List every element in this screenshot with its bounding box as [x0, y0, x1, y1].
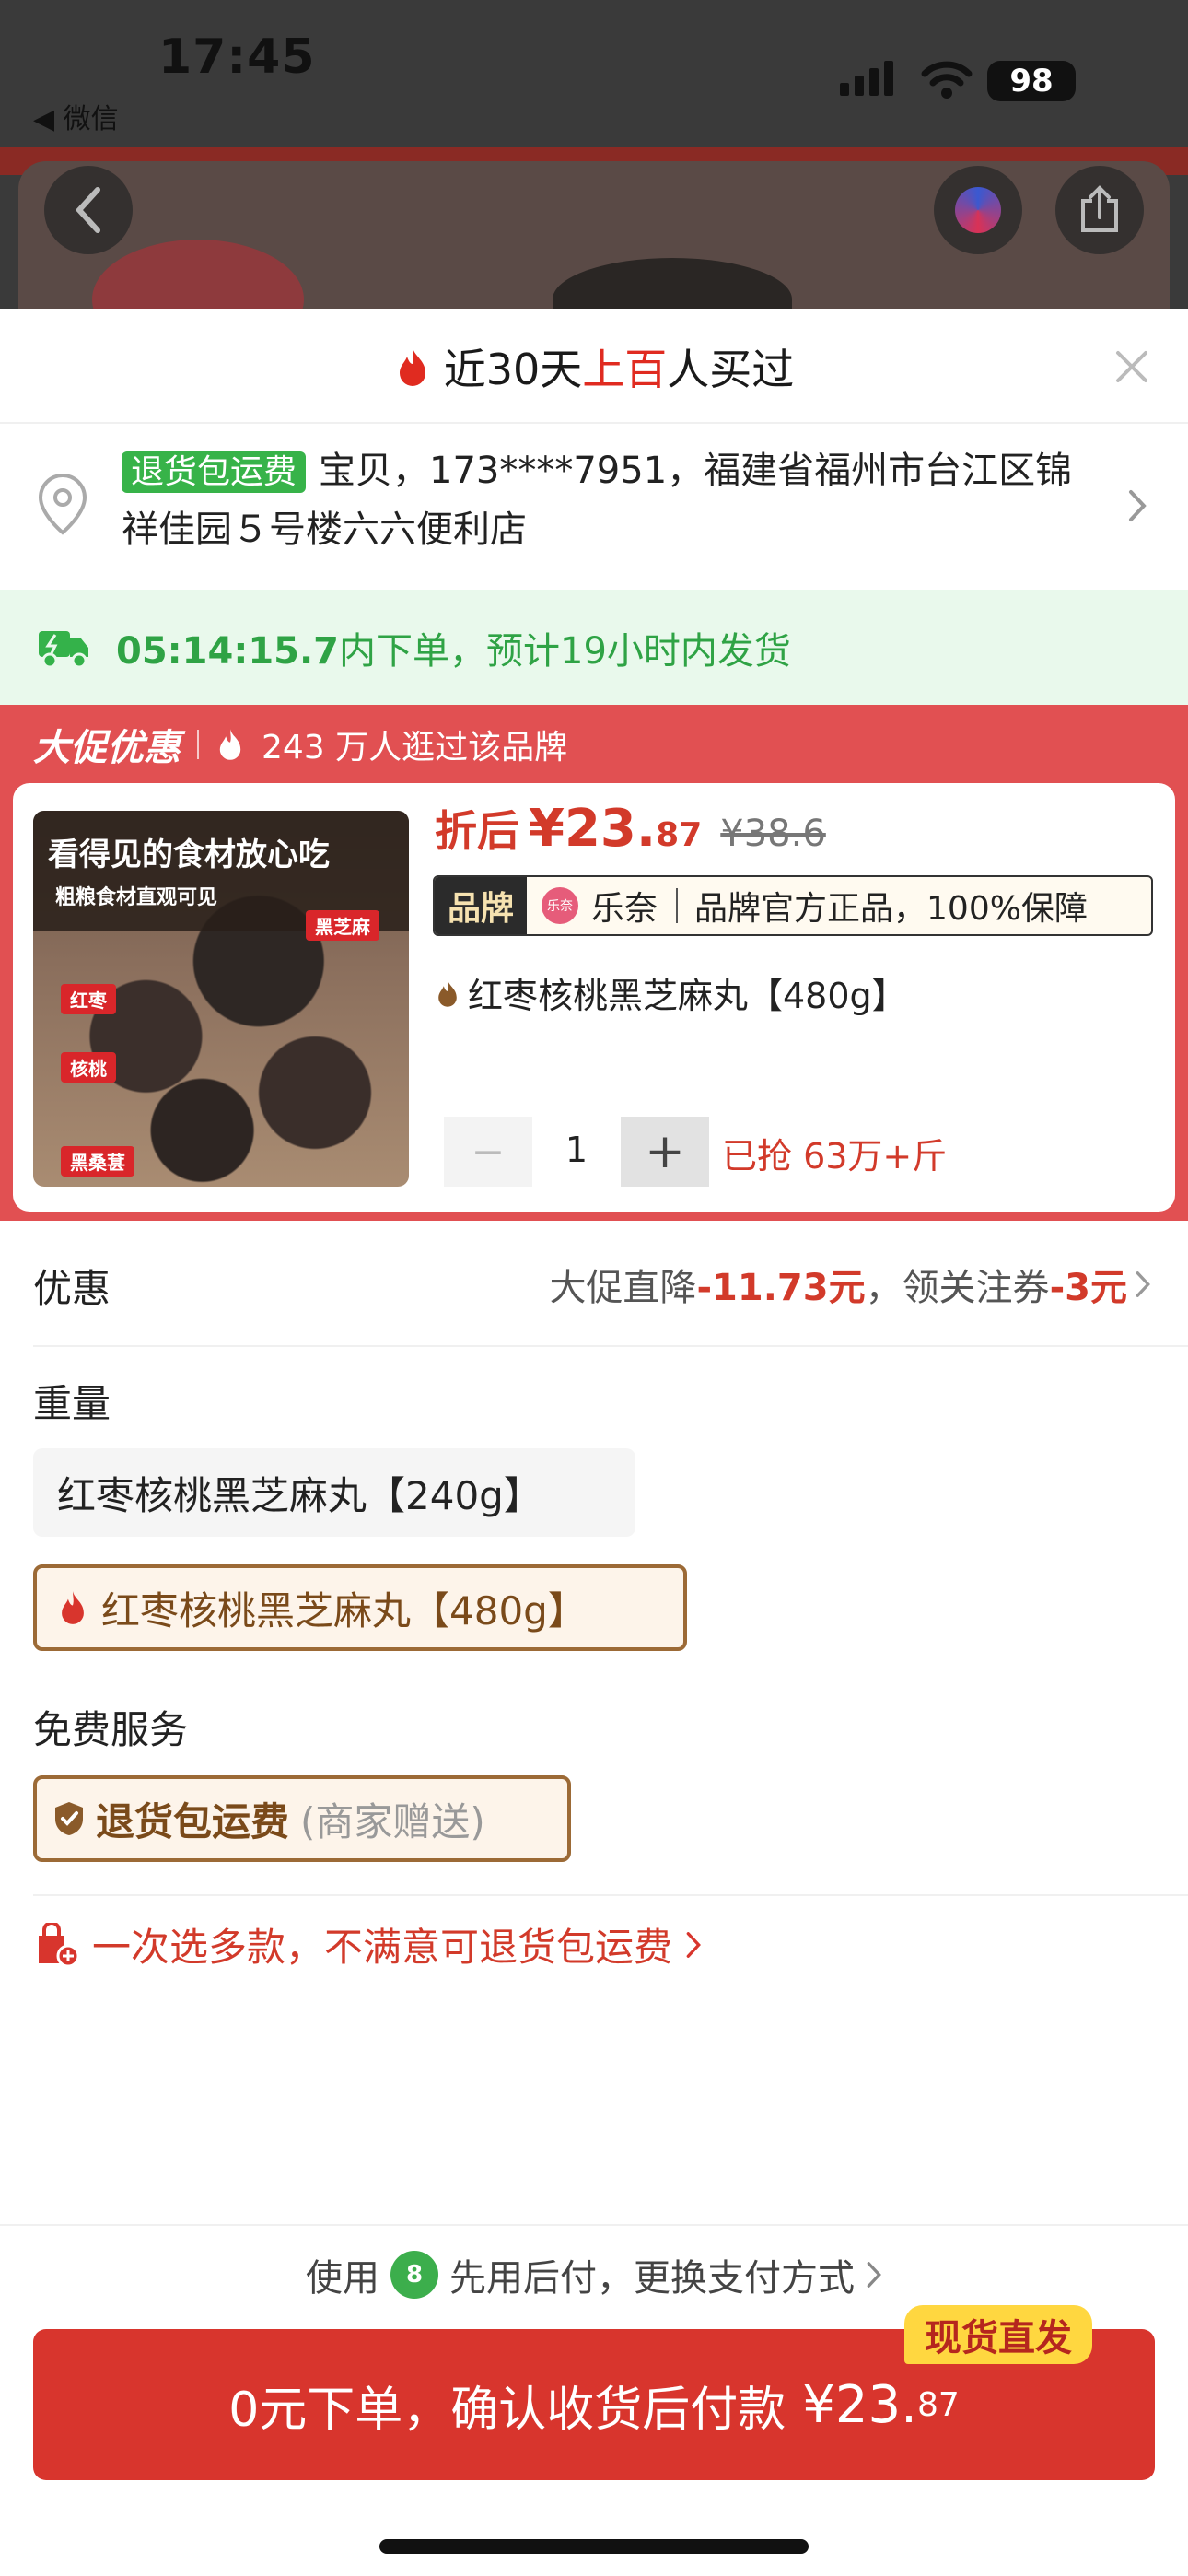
title-prefix: 近30天 — [443, 344, 583, 394]
free-service-label: 免费服务 — [33, 1707, 189, 1752]
return-shipping-tag: 退货包运费 — [122, 451, 307, 493]
back-to-wechat[interactable]: ◀ 微信 — [33, 96, 119, 136]
title-highlight: 上百 — [582, 344, 668, 394]
price-row: 折后 ¥23. 87 ¥38.6 — [435, 798, 826, 859]
share-button[interactable] — [1055, 166, 1144, 254]
pay-text: 先用后付，更换支付方式 — [449, 2257, 855, 2300]
signal-icon — [840, 61, 893, 96]
share-icon — [1081, 185, 1118, 232]
service-note: (商家赠送) — [300, 1798, 485, 1844]
cta-label: 0元下单，确认收货后付款 — [228, 2382, 786, 2438]
chevron-right-icon — [867, 2262, 881, 2288]
delivery-truck-icon — [39, 630, 88, 668]
payment-method-link[interactable]: 使用 8 先用后付，更换支付方式 — [0, 2248, 1188, 2301]
original-price: ¥38.6 — [720, 813, 826, 855]
image-label: 黑桑葚 — [61, 1146, 134, 1177]
battery-indicator: 98 — [987, 61, 1076, 101]
sold-count: 已抢 63万+斤 — [722, 1136, 948, 1177]
divider — [33, 1894, 1188, 1896]
quantity-value[interactable]: 1 — [558, 1130, 595, 1170]
price-prefix: 折后 — [435, 806, 519, 856]
brand-shortcut-button[interactable] — [934, 166, 1022, 254]
fire-icon — [399, 346, 425, 386]
brand-logo: 乐奈 — [542, 887, 579, 924]
promo-discount-amount: -11.73元 — [696, 1267, 866, 1309]
image-label: 红枣 — [61, 984, 116, 1014]
fire-icon — [219, 729, 241, 760]
brand-swirl-icon — [955, 187, 1001, 233]
product-image[interactable]: 看得见的食材放心吃 粗粮食材直观可见 黑芝麻 红枣 核桃 黑桑葚 — [33, 811, 409, 1187]
discount-label: 优惠 — [33, 1266, 111, 1311]
fire-icon — [438, 978, 457, 1007]
wifi-icon — [921, 61, 973, 99]
weight-option-240g[interactable]: 红枣核桃黑芝麻丸【240g】 — [33, 1448, 635, 1537]
service-name: 退货包运费 — [96, 1798, 290, 1844]
brand-guarantee: 品牌官方正品，100%保障 — [694, 890, 1088, 928]
status-time: 17:45 — [158, 29, 316, 85]
pay-prefix: 使用 — [306, 2257, 379, 2300]
back-button[interactable] — [44, 166, 133, 254]
home-indicator[interactable] — [379, 2539, 809, 2554]
address-row[interactable]: 退货包运费 宝贝，173****7951，福建省福州市台江区锦祥佳园５号楼六六便利… — [0, 424, 1188, 590]
brand-separator — [676, 888, 679, 923]
fire-icon — [62, 1591, 84, 1624]
chevron-right-icon — [1129, 490, 1147, 521]
discount-detail[interactable]: 大促直降 -11.73元 ， 领关注券 -3元 — [549, 1258, 1151, 1311]
image-label: 核桃 — [61, 1052, 116, 1083]
divider — [33, 1345, 1188, 1347]
chevron-right-icon — [1136, 1271, 1150, 1297]
brand-name: 乐奈 — [591, 890, 658, 928]
location-pin-icon — [38, 473, 87, 535]
quantity-decrease-button[interactable]: − — [444, 1117, 532, 1187]
cta-decimal: 87 — [916, 2385, 960, 2424]
title-suffix: 人买过 — [667, 344, 795, 394]
image-subtitle: 粗粮食材直观可见 — [55, 886, 218, 909]
multi-select-link[interactable]: 一次选多款，不满意可退货包运费 — [33, 1916, 702, 1973]
weight-label: 重量 — [33, 1381, 111, 1426]
selected-variant: 红枣核桃黑芝麻丸【480g】 — [435, 967, 907, 1018]
multi-select-text: 一次选多款，不满意可退货包运费 — [92, 1925, 673, 1970]
sheet-header: 近30天上百人买过 — [0, 309, 1188, 424]
pay-later-logo: 8 — [390, 2251, 438, 2299]
brand-visitors: 243 万人逛过该品牌 — [262, 729, 568, 767]
price-main: ¥23. — [529, 799, 657, 859]
shipping-eta: 内下单，预计19小时内发货 — [339, 629, 791, 673]
address-text: 退货包运费 宝贝，173****7951，福建省福州市台江区锦祥佳园５号楼六六便利… — [122, 442, 1079, 558]
quantity-increase-button[interactable]: + — [621, 1117, 709, 1187]
promo-header: 大促优惠 243 万人逛过该品牌 — [33, 714, 567, 775]
close-icon[interactable] — [1109, 344, 1155, 390]
discount-separator: ， — [865, 1267, 903, 1309]
coupon-amount: -3元 — [1049, 1267, 1127, 1309]
promo-logo: 大促优惠 — [33, 727, 181, 769]
image-label: 黑芝麻 — [306, 910, 379, 941]
shopping-bag-plus-icon — [39, 1922, 79, 1967]
brand-label: 品牌 — [435, 877, 528, 934]
image-title: 看得见的食材放心吃 — [48, 837, 330, 873]
cta-amount: ¥23. — [802, 2374, 917, 2435]
shield-check-icon — [55, 1802, 83, 1835]
coupon-text: 领关注券 — [902, 1267, 1050, 1309]
shipping-text: 05:14:15.7内下单，预计19小时内发货 — [116, 621, 791, 674]
promo-separator — [197, 730, 199, 759]
weight-option-480g[interactable]: 红枣核桃黑芝麻丸【480g】 — [33, 1564, 687, 1651]
price-decimal: 87 — [656, 816, 703, 854]
return-shipping-service[interactable]: 退货包运费 (商家赠送) — [33, 1775, 571, 1862]
divider — [0, 2224, 1188, 2226]
in-stock-badge: 现货直发 — [904, 2305, 1092, 2364]
sheet-title: 近30天上百人买过 — [444, 336, 795, 397]
countdown-timer: 05:14:15.7 — [116, 629, 340, 673]
shipping-info: 05:14:15.7内下单，预计19小时内发货 — [0, 590, 1188, 705]
brand-bar[interactable]: 品牌 乐奈 乐奈 品牌官方正品，100%保障 — [433, 875, 1153, 936]
variant-name: 红枣核桃黑芝麻丸【480g】 — [468, 976, 907, 1016]
promo-discount-text: 大促直降 — [549, 1267, 697, 1309]
chevron-right-icon — [686, 1931, 701, 1958]
chevron-left-icon — [75, 187, 100, 233]
weight-option-label: 红枣核桃黑芝麻丸【480g】 — [101, 1587, 587, 1633]
